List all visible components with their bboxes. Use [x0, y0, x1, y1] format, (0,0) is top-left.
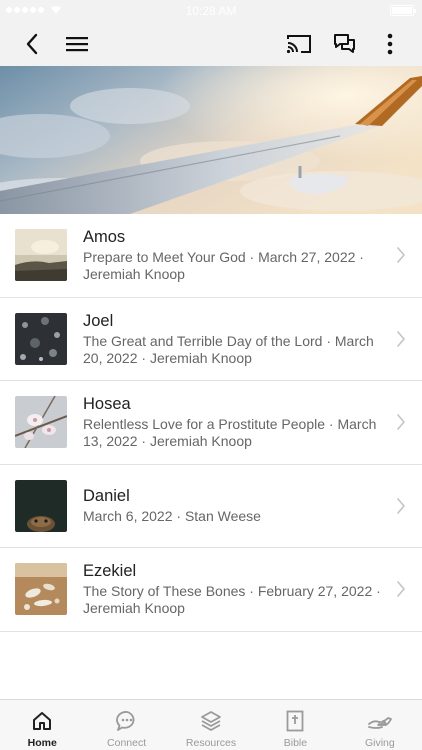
tab-resources[interactable]: Resources — [169, 700, 253, 750]
status-bar: 10:28 AM — [0, 0, 422, 22]
tab-label: Home — [27, 737, 57, 749]
conversation-icon — [334, 34, 355, 53]
sermon-thumbnail — [15, 396, 67, 449]
bible-icon — [283, 709, 307, 733]
messages-button[interactable] — [331, 30, 359, 58]
chevron-left-icon — [26, 33, 38, 55]
sermon-title: Daniel — [83, 487, 130, 506]
sermon-thumbnail — [15, 563, 67, 616]
sermon-thumbnail — [15, 229, 67, 282]
layers-icon — [199, 709, 223, 733]
chevron-right-icon — [397, 330, 405, 347]
tab-label: Bible — [283, 737, 308, 749]
list-item[interactable]: Amos Prepare to Meet Your God · March 27… — [0, 214, 422, 298]
list-item[interactable]: Ezekiel The Story of These Bones · Febru… — [0, 548, 422, 632]
sermon-subtitle: Prepare to Meet Your God · March 27, 202… — [83, 249, 364, 283]
sermon-list: Amos Prepare to Meet Your God · March 27… — [0, 214, 422, 632]
home-icon — [30, 709, 54, 733]
cast-icon — [286, 35, 311, 54]
tab-home[interactable]: Home — [0, 700, 84, 750]
sermon-thumbnail — [15, 479, 67, 532]
hamburger-menu-icon — [66, 37, 88, 52]
chevron-right-icon — [397, 581, 405, 598]
tab-giving[interactable]: Giving — [338, 700, 422, 750]
sermon-subtitle: The Great and Terrible Day of the Lord ·… — [83, 332, 374, 366]
tab-label: Connect — [107, 737, 147, 749]
battery-icon — [390, 5, 416, 16]
sermon-title: Ezekiel — [83, 562, 137, 581]
list-item[interactable]: Hosea Relentless Love for a Prostitute P… — [0, 381, 422, 465]
top-nav-bar — [0, 22, 422, 66]
chat-bubble-icon — [115, 709, 139, 733]
sermon-thumbnail — [15, 312, 67, 365]
back-button[interactable] — [18, 30, 46, 58]
chevron-right-icon — [397, 414, 405, 431]
menu-button[interactable] — [63, 30, 91, 58]
sermon-title: Joel — [83, 311, 114, 330]
list-item[interactable]: Daniel March 6, 2022 · Stan Weese — [0, 465, 422, 548]
bottom-tab-bar: Home Connect Resources Bible Giving — [0, 699, 422, 750]
more-vertical-icon — [387, 33, 393, 55]
cast-button[interactable] — [285, 30, 313, 58]
tab-label: Giving — [364, 737, 395, 749]
hero-banner-image — [0, 66, 422, 214]
tab-label: Resources — [185, 737, 237, 749]
more-options-button[interactable] — [376, 30, 404, 58]
giving-hand-icon — [367, 709, 392, 733]
sermon-subtitle: March 6, 2022 · Stan Weese — [83, 508, 261, 525]
status-time: 10:28 AM — [185, 4, 237, 18]
tab-bible[interactable]: Bible — [253, 700, 337, 750]
chevron-right-icon — [397, 497, 405, 514]
tab-connect[interactable]: Connect — [84, 700, 168, 750]
sermon-title: Hosea — [83, 395, 131, 414]
chevron-right-icon — [397, 247, 405, 264]
sermon-subtitle: Relentless Love for a Prostitute People … — [83, 416, 377, 450]
sermon-title: Amos — [83, 228, 126, 247]
sermon-subtitle: The Story of These Bones · February 27, … — [83, 583, 381, 617]
list-item[interactable]: Joel The Great and Terrible Day of the L… — [0, 298, 422, 381]
